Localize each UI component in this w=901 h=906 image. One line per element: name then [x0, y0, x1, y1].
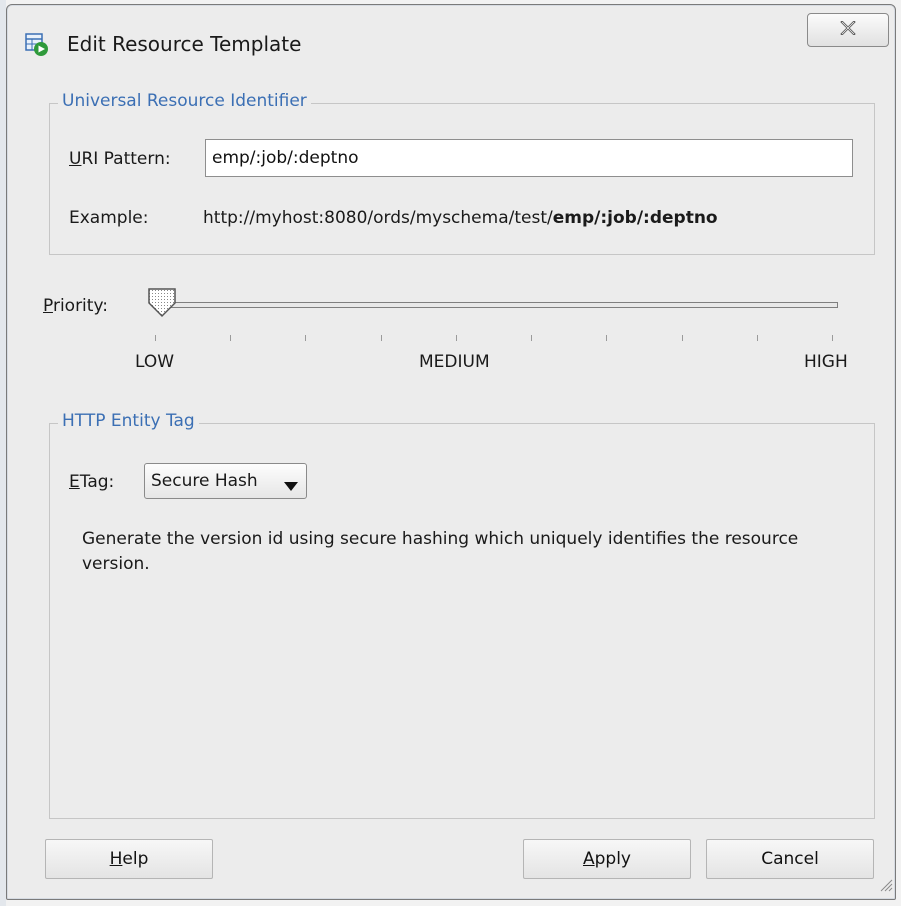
priority-tick — [155, 335, 156, 341]
etag-group-title: HTTP Entity Tag — [58, 411, 199, 431]
help-button[interactable]: Help — [45, 839, 213, 879]
priority-slider-track[interactable] — [162, 302, 838, 308]
chevron-down-icon — [284, 476, 298, 496]
dialog-title: Edit Resource Template — [67, 32, 302, 56]
priority-tick — [756, 335, 758, 341]
priority-medium-label: MEDIUM — [419, 352, 490, 372]
example-url-pattern: emp/:job/:deptno — [552, 208, 718, 228]
slider-thumb-icon[interactable] — [146, 287, 178, 324]
priority-tick — [380, 335, 382, 341]
etag-selected-value: Secure Hash — [151, 471, 258, 491]
etag-description: Generate the version id using secure has… — [82, 529, 799, 574]
close-button[interactable] — [807, 13, 889, 47]
cancel-button[interactable]: Cancel — [706, 839, 874, 879]
priority-tick — [606, 335, 608, 341]
apply-button[interactable]: Apply — [523, 839, 691, 879]
close-icon — [840, 20, 856, 40]
priority-tick — [305, 335, 307, 341]
edit-resource-template-dialog: Edit Resource Template Universal Resourc… — [6, 4, 896, 900]
example-label: Example: — [69, 208, 149, 228]
priority-high-label: HIGH — [804, 352, 848, 372]
example-url: http://myhost:8080/ords/myschema/test/em… — [203, 208, 718, 228]
etag-select[interactable]: Secure Hash — [144, 463, 307, 499]
resource-template-icon — [25, 33, 49, 57]
priority-low-label: LOW — [135, 352, 175, 372]
priority-tick — [681, 335, 683, 341]
etag-label: ETag: — [69, 472, 115, 492]
priority-tick — [455, 335, 457, 341]
priority-tick — [531, 335, 533, 341]
priority-tick — [230, 335, 232, 341]
uri-pattern-input[interactable] — [205, 139, 853, 177]
uri-group-title: Universal Resource Identifier — [58, 91, 311, 111]
uri-pattern-label: URI Pattern: — [69, 149, 171, 169]
title-bar: Edit Resource Template — [7, 5, 895, 75]
uri-group — [49, 103, 875, 255]
resize-grip-icon[interactable] — [877, 876, 893, 897]
priority-tick — [832, 335, 833, 341]
priority-label: Priority: — [43, 296, 108, 316]
